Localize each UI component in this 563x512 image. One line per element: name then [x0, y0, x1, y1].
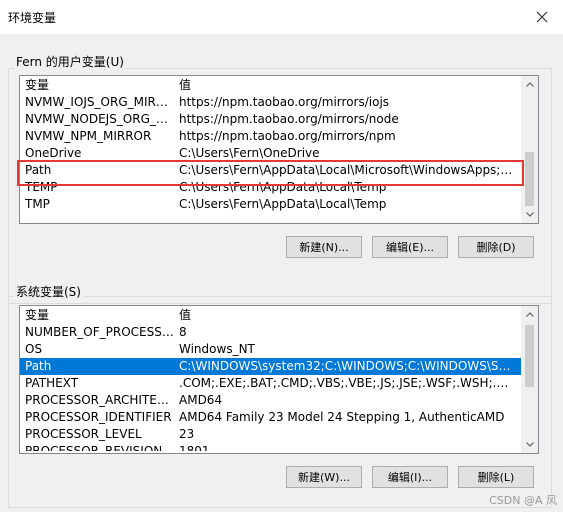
list-item[interactable]: NVMW_IOJS_ORG_MIRROR https://npm.taobao.…	[20, 94, 521, 111]
chevron-down-icon	[525, 442, 534, 447]
var-name: Path	[25, 359, 52, 373]
title-bar: 环境变量	[0, 0, 563, 34]
var-value: AMD64 Family 23 Model 24 Stepping 1, Aut…	[179, 410, 505, 424]
close-icon	[536, 11, 548, 23]
var-name: OS	[25, 342, 43, 356]
var-value: 8	[179, 325, 187, 339]
list-item[interactable]: PROCESSOR_REVISION 1801	[20, 443, 521, 451]
header-value[interactable]: 值	[179, 76, 517, 94]
var-value: C:\Users\Fern\AppData\Local\Microsoft\Wi…	[179, 163, 517, 177]
scroll-thumb[interactable]	[525, 325, 534, 387]
var-value: https://npm.taobao.org/mirrors/node	[179, 112, 399, 126]
chevron-up-icon	[525, 82, 534, 87]
user-new-button[interactable]: 新建(N)...	[286, 236, 362, 258]
scroll-up-button[interactable]	[521, 306, 538, 323]
scroll-thumb[interactable]	[525, 152, 534, 206]
list-item[interactable]: PATHEXT .COM;.EXE;.BAT;.CMD;.VBS;.VBE;.J…	[20, 375, 521, 392]
list-item[interactable]: PROCESSOR_ARCHITECTURE AMD64	[20, 392, 521, 409]
scroll-up-button[interactable]	[521, 76, 538, 93]
dialog-body: Fern 的用户变量(U) 变量 值 NVMW_IOJS_ORG_MIRROR …	[0, 34, 563, 512]
var-name: OneDrive	[25, 146, 82, 160]
list-item[interactable]: OneDrive C:\Users\Fern\OneDrive	[20, 145, 521, 162]
header-name[interactable]: 变量	[25, 76, 175, 94]
scroll-down-button[interactable]	[521, 206, 538, 223]
system-vars-list[interactable]: 变量 值 NUMBER_OF_PROCESSORS 8 OS Windows_N…	[19, 305, 539, 454]
user-edit-button[interactable]: 编辑(E)...	[372, 236, 448, 258]
list-item[interactable]: NUMBER_OF_PROCESSORS 8	[20, 324, 521, 341]
var-value: .COM;.EXE;.BAT;.CMD;.VBS;.VBE;.JS;.JSE;.…	[179, 376, 517, 390]
var-name: PROCESSOR_LEVEL	[25, 427, 142, 441]
system-vars-label: 系统变量(S)	[14, 283, 83, 300]
var-value: https://npm.taobao.org/mirrors/iojs	[179, 95, 390, 109]
var-name: TMP	[25, 197, 50, 211]
var-name: NVMW_IOJS_ORG_MIRROR	[25, 95, 175, 109]
var-name: NVMW_NODEJS_ORG_MIR...	[25, 112, 175, 126]
var-name: PATHEXT	[25, 376, 79, 390]
close-button[interactable]	[531, 6, 553, 28]
user-delete-button[interactable]: 删除(D)	[458, 236, 534, 258]
list-header[interactable]: 变量 值	[20, 306, 521, 324]
var-value: https://npm.taobao.org/mirrors/npm	[179, 129, 396, 143]
var-value: 1801	[179, 444, 210, 451]
var-name: TEMP	[25, 180, 58, 194]
var-name: Path	[25, 163, 52, 177]
list-item-selected[interactable]: Path C:\WINDOWS\system32;C:\WINDOWS;C:\W…	[20, 358, 521, 375]
scrollbar[interactable]	[521, 76, 538, 223]
var-value: C:\Users\Fern\AppData\Local\Temp	[179, 180, 387, 194]
var-value: AMD64	[179, 393, 223, 407]
list-item-path[interactable]: Path C:\Users\Fern\AppData\Local\Microso…	[20, 162, 521, 179]
var-name: NVMW_NPM_MIRROR	[25, 129, 152, 143]
window-title: 环境变量	[8, 11, 57, 25]
list-header[interactable]: 变量 值	[20, 76, 521, 94]
scrollbar[interactable]	[521, 306, 538, 453]
list-item[interactable]: NVMW_NPM_MIRROR https://npm.taobao.org/m…	[20, 128, 521, 145]
watermark: CSDN @A 风	[489, 494, 557, 507]
var-value: C:\WINDOWS\system32;C:\WINDOWS;C:\WINDOW…	[179, 359, 517, 373]
list-item[interactable]: TMP C:\Users\Fern\AppData\Local\Temp	[20, 196, 521, 213]
var-value: C:\Users\Fern\AppData\Local\Temp	[179, 197, 387, 211]
list-item[interactable]: PROCESSOR_LEVEL 23	[20, 426, 521, 443]
chevron-up-icon	[525, 312, 534, 317]
header-value[interactable]: 值	[179, 306, 517, 324]
list-item[interactable]: PROCESSOR_IDENTIFIER AMD64 Family 23 Mod…	[20, 409, 521, 426]
header-name[interactable]: 变量	[25, 306, 175, 324]
user-vars-list[interactable]: 变量 值 NVMW_IOJS_ORG_MIRROR https://npm.ta…	[19, 75, 539, 224]
list-item[interactable]: OS Windows_NT	[20, 341, 521, 358]
system-edit-button[interactable]: 编辑(I)...	[372, 466, 448, 488]
var-name: PROCESSOR_ARCHITECTURE	[25, 393, 175, 407]
system-new-button[interactable]: 新建(W)...	[286, 466, 362, 488]
var-value: C:\Users\Fern\OneDrive	[179, 146, 320, 160]
list-item[interactable]: NVMW_NODEJS_ORG_MIR... https://npm.taoba…	[20, 111, 521, 128]
list-item[interactable]: TEMP C:\Users\Fern\AppData\Local\Temp	[20, 179, 521, 196]
var-name: PROCESSOR_REVISION	[25, 444, 163, 451]
user-vars-label: Fern 的用户变量(U)	[14, 53, 126, 70]
scroll-down-button[interactable]	[521, 436, 538, 453]
var-name: PROCESSOR_IDENTIFIER	[25, 410, 172, 424]
var-name: NUMBER_OF_PROCESSORS	[25, 325, 175, 339]
chevron-down-icon	[525, 212, 534, 217]
system-delete-button[interactable]: 删除(L)	[458, 466, 534, 488]
var-value: 23	[179, 427, 195, 441]
var-value: Windows_NT	[179, 342, 255, 356]
